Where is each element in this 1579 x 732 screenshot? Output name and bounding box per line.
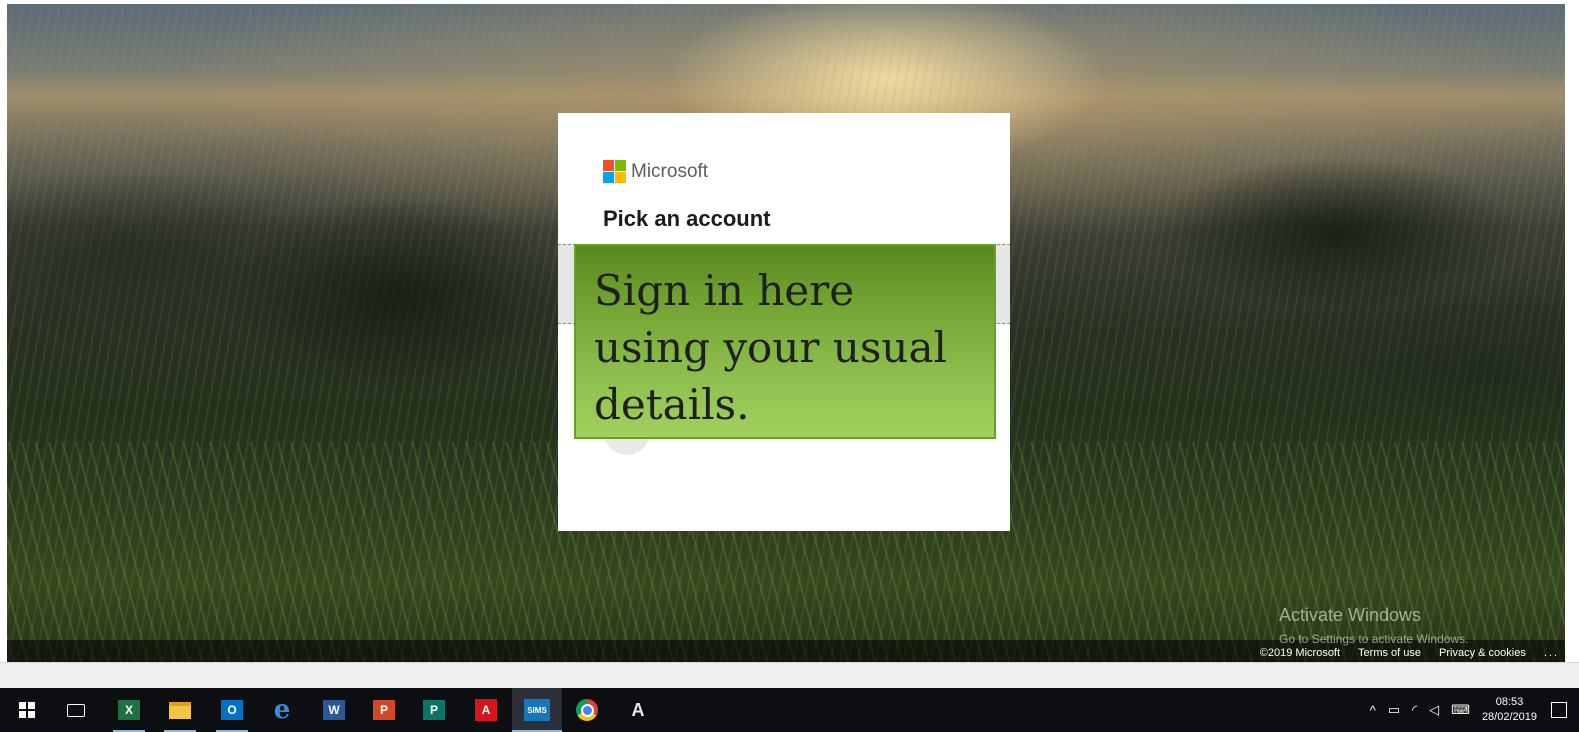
notification-center-icon[interactable] bbox=[1551, 702, 1567, 718]
sims-icon[interactable]: SIMS bbox=[512, 688, 562, 732]
wifi-icon[interactable]: ◜ bbox=[1412, 702, 1417, 718]
instruction-callout: Sign in here using your usual details. bbox=[574, 244, 996, 439]
edge-icon[interactable]: e bbox=[268, 695, 296, 725]
microsoft-brand-text: Microsoft bbox=[631, 160, 709, 182]
battery-icon[interactable]: ▭ bbox=[1388, 702, 1400, 718]
keyboard-icon[interactable]: ⌨ bbox=[1451, 702, 1470, 718]
task-view-icon[interactable] bbox=[62, 696, 90, 724]
callout-line-1: Sign in here bbox=[594, 266, 855, 315]
chevron-up-icon[interactable]: ^ bbox=[1370, 703, 1376, 718]
windows-taskbar: X O e W P P A SIMS A ^ ▭ ◜ ◁ ⌨ 08:53 28/… bbox=[0, 688, 1579, 732]
more-options-button[interactable]: ... bbox=[1544, 647, 1559, 659]
app-icon[interactable]: A bbox=[624, 696, 652, 724]
activate-subtitle: Go to Settings to activate Windows. bbox=[1279, 632, 1469, 646]
terms-link[interactable]: Terms of use bbox=[1358, 647, 1421, 659]
acrobat-icon[interactable]: A bbox=[472, 696, 500, 724]
chrome-icon[interactable] bbox=[573, 696, 601, 724]
publisher-icon[interactable]: P bbox=[420, 696, 448, 724]
system-tray: ^ ▭ ◜ ◁ ⌨ 08:53 28/02/2019 bbox=[1364, 688, 1579, 732]
copyright-text: ©2019 Microsoft bbox=[1259, 647, 1341, 659]
browser-status-strip bbox=[0, 662, 1579, 689]
dialog-title: Pick an account bbox=[603, 206, 771, 231]
start-icon[interactable] bbox=[13, 696, 41, 724]
footer-links: ©2019 Microsoft Terms of use Privacy & c… bbox=[1260, 647, 1559, 659]
privacy-link[interactable]: Privacy & cookies bbox=[1439, 647, 1526, 659]
callout-line-3: details. bbox=[594, 380, 750, 429]
outlook-icon[interactable]: O bbox=[218, 696, 246, 724]
word-icon[interactable]: W bbox=[320, 696, 348, 724]
powerpoint-icon[interactable]: P bbox=[370, 696, 398, 724]
excel-icon[interactable]: X bbox=[115, 696, 143, 724]
microsoft-logo: Microsoft bbox=[603, 160, 708, 183]
clock-time: 08:53 bbox=[1495, 696, 1524, 708]
activate-title: Activate Windows bbox=[1279, 605, 1422, 625]
activate-windows-watermark: Activate Windows Go to Settings to activ… bbox=[1279, 604, 1468, 647]
file-explorer-icon[interactable] bbox=[166, 696, 194, 724]
callout-line-2: using your usual bbox=[594, 323, 947, 372]
microsoft-logo-icon bbox=[603, 160, 626, 183]
clock[interactable]: 08:53 28/02/2019 bbox=[1482, 695, 1537, 725]
clock-date: 28/02/2019 bbox=[1481, 711, 1537, 723]
volume-icon[interactable]: ◁ bbox=[1429, 702, 1439, 718]
